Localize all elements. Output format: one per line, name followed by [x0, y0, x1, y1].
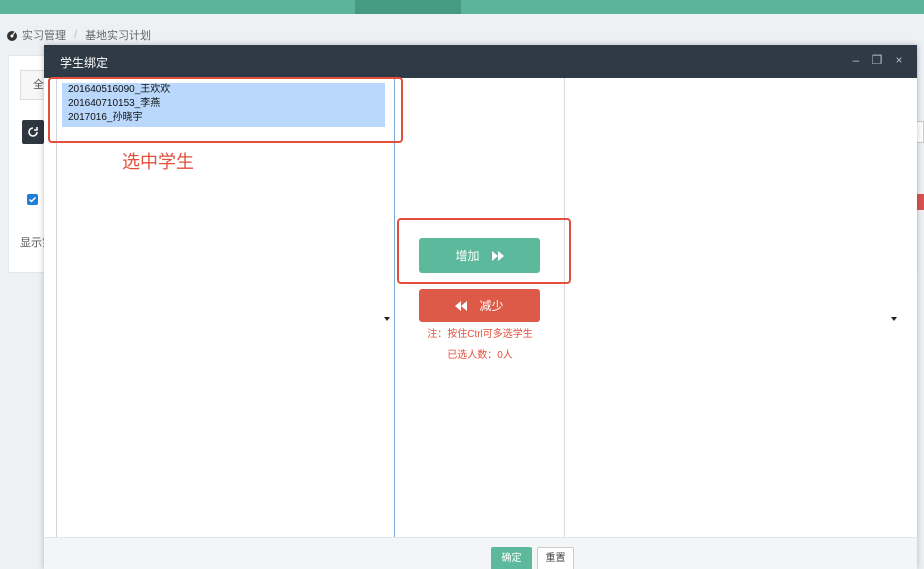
- refresh-icon: [28, 127, 38, 137]
- confirm-button[interactable]: 确定: [491, 547, 532, 569]
- row-checkbox[interactable]: [27, 194, 38, 205]
- background-tab[interactable]: 全: [20, 70, 46, 100]
- remove-button[interactable]: 减少: [419, 289, 540, 322]
- chevron-down-icon[interactable]: [384, 317, 390, 321]
- check-icon: [28, 196, 37, 203]
- remove-button-label: 减少: [479, 299, 504, 313]
- add-button[interactable]: 增加: [419, 238, 540, 273]
- multi-select-note: 注：按住Ctrl可多选学生: [427, 329, 533, 340]
- top-nav-bar: [0, 0, 924, 14]
- modal-footer: 确定 重置: [44, 537, 917, 569]
- breadcrumb-home[interactable]: 实习管理: [22, 27, 66, 43]
- bound-students-select[interactable]: [564, 78, 917, 537]
- breadcrumb-current: 基地实习计划: [85, 30, 152, 42]
- modal-body: 201640516090_王欢欢 201640710153_李燕 2017016…: [44, 77, 917, 537]
- close-icon[interactable]: ×: [892, 53, 906, 67]
- annotation-label: 选中学生: [122, 152, 194, 172]
- fast-forward-icon: [491, 250, 504, 261]
- breadcrumb-separator: /: [74, 29, 78, 41]
- add-button-label: 增加: [455, 249, 480, 263]
- fast-backward-icon: [455, 300, 468, 311]
- reset-button[interactable]: 重置: [537, 547, 574, 569]
- top-nav-active-tab[interactable]: [355, 0, 461, 14]
- annotation-box-selection: [48, 77, 403, 143]
- modal-header: 学生绑定 – ❐ ×: [44, 45, 917, 78]
- breadcrumb: 实习管理 / 基地实习计划: [6, 27, 151, 43]
- student-binding-modal: 学生绑定 – ❐ × 201640516090_王欢欢 201640710153…: [44, 45, 917, 569]
- chevron-down-icon[interactable]: [891, 317, 897, 321]
- selected-count: 已选人数：0人: [447, 350, 513, 361]
- dashboard-icon: [6, 29, 18, 41]
- modal-title: 学生绑定: [60, 56, 109, 70]
- refresh-button[interactable]: [22, 120, 44, 144]
- unbound-students-select[interactable]: [56, 78, 395, 537]
- minimize-icon[interactable]: –: [849, 53, 863, 67]
- maximize-icon[interactable]: ❐: [870, 53, 884, 67]
